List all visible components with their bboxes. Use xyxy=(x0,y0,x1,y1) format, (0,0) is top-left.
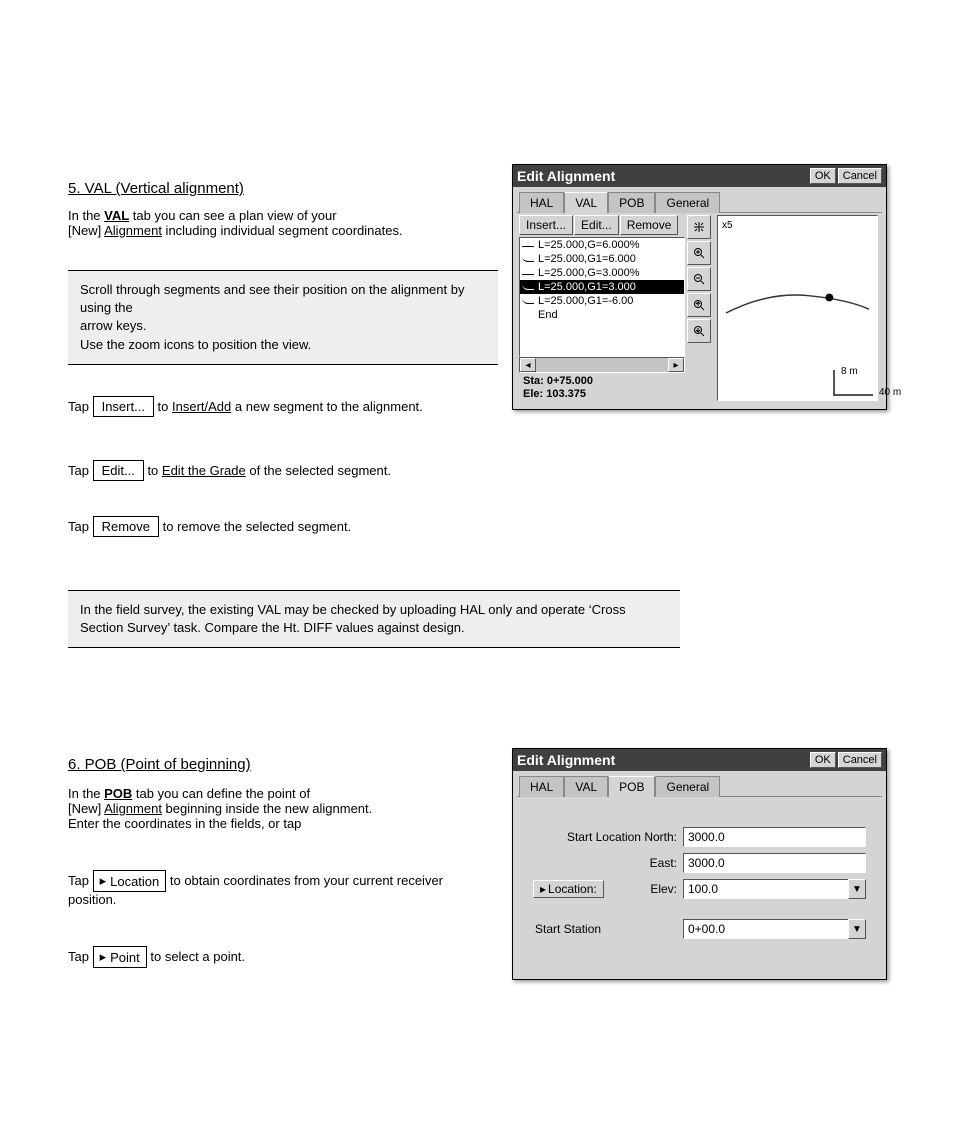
input-north[interactable] xyxy=(683,827,866,847)
remove-button[interactable]: Remove xyxy=(620,215,679,235)
segment-list[interactable]: L=25.000,G=6.000% L=25.000,G1=6.000 L=25.0… xyxy=(519,237,685,357)
insert-button[interactable]: Insert... xyxy=(519,215,573,235)
zoom-out-icon[interactable] xyxy=(687,267,711,291)
location-popup-label: Location: xyxy=(548,882,597,896)
row-elev: ▸ Location: Elev: ▼ xyxy=(533,879,866,899)
cancel-button[interactable]: Cancel xyxy=(838,752,882,768)
tab-bar: HAL VAL POB General xyxy=(513,771,886,796)
scroll-left-icon[interactable]: ◂ xyxy=(520,358,536,372)
remove-help: Tap Remove to remove the selected segmen… xyxy=(68,516,351,537)
point-help: Tap ▸Point to select a point. xyxy=(68,946,245,968)
scale-horizontal-label: 40 m xyxy=(879,387,901,398)
titlebar: Edit Alignment OK Cancel xyxy=(513,749,886,771)
segment-text: L=25.000,G=3.000% xyxy=(538,267,640,279)
segment-toolbar: Insert... Edit... Remove xyxy=(517,213,687,237)
tab-pob[interactable]: POB xyxy=(608,776,655,797)
line-icon xyxy=(522,244,534,247)
location-popup-button[interactable]: ▸ Location: xyxy=(533,880,604,898)
tab-val[interactable]: VAL xyxy=(564,776,608,797)
status-readout: Sta: 0+75.000 Ele: 103.375 xyxy=(517,373,687,405)
row-north: Start Location North: xyxy=(533,827,866,847)
dialog-title: Edit Alignment xyxy=(517,752,808,768)
horizontal-scrollbar[interactable]: ◂ ▸ xyxy=(519,357,685,373)
segment-row[interactable]: L=25.000,G1=6.000 xyxy=(520,252,684,266)
zoom-toolbar xyxy=(687,213,713,405)
label-north: Start Location North: xyxy=(533,830,683,844)
segment-row[interactable]: L=25.000,G1=-6.00 xyxy=(520,294,684,308)
edit-button[interactable]: Edit... xyxy=(574,215,619,235)
row-station: Start Station ▼ xyxy=(533,919,866,939)
scale-vertical-label: 8 m xyxy=(841,366,858,377)
edit-alignment-dialog-pob: Edit Alignment OK Cancel HAL VAL POB Gen… xyxy=(512,748,887,980)
segment-text: End xyxy=(538,309,558,321)
tab-hal[interactable]: HAL xyxy=(519,776,564,797)
line-icon xyxy=(522,272,534,275)
arc-icon xyxy=(522,284,534,290)
tab-body: Insert... Edit... Remove L=25.000,G=6.00… xyxy=(517,212,882,405)
segment-row[interactable]: End xyxy=(520,308,684,322)
pob-form: Start Location North: East: ▸ Location: … xyxy=(517,797,882,975)
status-station: Sta: 0+75.000 xyxy=(523,375,681,388)
segment-text: L=25.000,G1=3.000 xyxy=(538,281,636,293)
insert-button-inline: Insert... xyxy=(93,396,154,417)
location-help: Tap ▸Location to obtain coordinates from… xyxy=(68,870,488,907)
arc-icon xyxy=(522,256,534,262)
elev-dropdown-icon[interactable]: ▼ xyxy=(848,879,866,899)
pob-intro: In the POB tab you can define the point … xyxy=(68,786,488,831)
tab-general[interactable]: General xyxy=(655,776,720,797)
segment-text: L=25.000,G1=6.000 xyxy=(538,253,636,265)
zoom-extents-icon[interactable] xyxy=(687,215,711,239)
note-val-survey: In the field survey, the existing VAL ma… xyxy=(68,590,680,648)
status-elevation: Ele: 103.375 xyxy=(523,388,681,401)
tab-val[interactable]: VAL xyxy=(564,192,608,213)
tab-bar: HAL VAL POB General xyxy=(513,187,886,212)
segment-row[interactable]: L=25.000,G=3.000% xyxy=(520,266,684,280)
zoom-in-icon[interactable] xyxy=(687,241,711,265)
scale-indicator: 8 m 40 m xyxy=(833,370,873,396)
edit-help: Tap Edit... to Edit the Grade of the sel… xyxy=(68,460,391,481)
tab-body: Start Location North: East: ▸ Location: … xyxy=(517,796,882,975)
scroll-right-icon[interactable]: ▸ xyxy=(668,358,684,372)
note-scroll-zoom: Scroll through segments and see their po… xyxy=(68,270,498,365)
segment-column: Insert... Edit... Remove L=25.000,G=6.00… xyxy=(517,213,687,405)
val-intro: In the VAL tab you can see a plan view o… xyxy=(68,208,488,238)
section-heading-val: 5. VAL (Vertical alignment) xyxy=(68,180,244,197)
insert-help: Tap Insert... to Insert/Add a new segmen… xyxy=(68,396,423,417)
zoom-down-icon[interactable] xyxy=(687,319,711,343)
input-start-station[interactable] xyxy=(683,919,849,939)
tab-general[interactable]: General xyxy=(655,192,720,213)
remove-button-inline: Remove xyxy=(93,516,159,537)
point-button-inline: ▸Point xyxy=(93,946,147,968)
scroll-track[interactable] xyxy=(536,358,668,372)
label-elev: Elev: xyxy=(623,882,683,896)
alignment-preview: x5 8 m 40 m xyxy=(717,215,878,401)
segment-row[interactable]: L=25.000,G=6.000% xyxy=(520,238,684,252)
tab-hal[interactable]: HAL xyxy=(519,192,564,213)
ok-button[interactable]: OK xyxy=(810,168,836,184)
segment-row[interactable]: L=25.000,G1=3.000 xyxy=(520,280,684,294)
titlebar: Edit Alignment OK Cancel xyxy=(513,165,886,187)
input-east[interactable] xyxy=(683,853,866,873)
edit-alignment-dialog-val: Edit Alignment OK Cancel HAL VAL POB Gen… xyxy=(512,164,887,410)
section-heading-pob: 6. POB (Point of beginning) xyxy=(68,756,251,773)
input-elev[interactable] xyxy=(683,879,849,899)
dialog-content: Insert... Edit... Remove L=25.000,G=6.00… xyxy=(517,213,882,405)
zoom-up-icon[interactable] xyxy=(687,293,711,317)
ok-button[interactable]: OK xyxy=(810,752,836,768)
segment-text: L=25.000,G1=-6.00 xyxy=(538,295,633,307)
segment-text: L=25.000,G=6.000% xyxy=(538,239,640,251)
cancel-button[interactable]: Cancel xyxy=(838,168,882,184)
dialog-title: Edit Alignment xyxy=(517,168,808,184)
arc-icon xyxy=(522,298,534,304)
location-button-inline: ▸Location xyxy=(93,870,167,892)
row-east: East: xyxy=(533,853,866,873)
label-start-station: Start Station xyxy=(533,922,683,936)
station-dropdown-icon[interactable]: ▼ xyxy=(848,919,866,939)
label-east: East: xyxy=(533,856,683,870)
edit-button-inline: Edit... xyxy=(93,460,144,481)
tab-pob[interactable]: POB xyxy=(608,192,655,213)
